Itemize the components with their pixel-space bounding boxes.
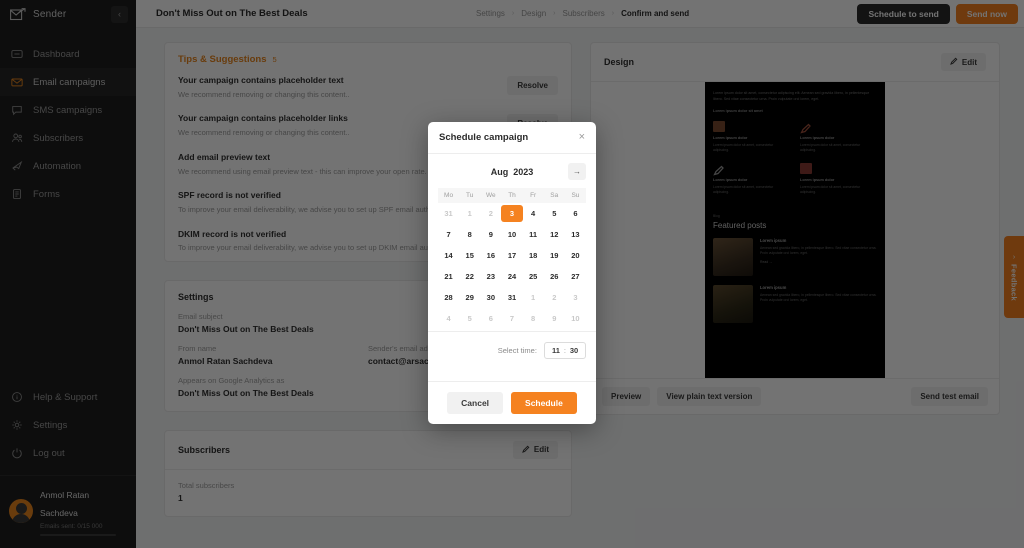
calendar-day[interactable]: 22 (459, 268, 480, 285)
cancel-button[interactable]: Cancel (447, 392, 504, 414)
schedule-button[interactable]: Schedule (511, 392, 577, 414)
calendar-day[interactable]: 30 (480, 289, 501, 306)
calendar-day[interactable]: 3 (565, 289, 586, 306)
calendar-day[interactable]: 24 (501, 268, 522, 285)
calendar-year-label: 2023 (513, 167, 534, 177)
calendar-day[interactable]: 14 (438, 247, 459, 264)
weekday-header: We (480, 188, 502, 203)
calendar-day[interactable]: 6 (565, 205, 586, 222)
close-icon[interactable]: × (579, 132, 585, 143)
calendar-day-selected[interactable]: 3 (501, 205, 523, 222)
calendar-day[interactable]: 10 (501, 226, 522, 243)
calendar-day[interactable]: 27 (565, 268, 586, 285)
weekday-header: Tu (459, 188, 481, 203)
arrow-right-icon[interactable]: → (568, 163, 586, 180)
modal-footer: Cancel Schedule (428, 381, 596, 424)
calendar-day[interactable]: 16 (480, 247, 501, 264)
calendar-day[interactable]: 7 (438, 226, 459, 243)
calendar-day[interactable]: 10 (565, 310, 586, 327)
select-time-label: Select time: (497, 346, 537, 355)
calendar-day[interactable]: 28 (438, 289, 459, 306)
weekday-header: Sa (543, 188, 565, 203)
time-separator: : (563, 346, 566, 355)
calendar-day[interactable]: 9 (480, 226, 501, 243)
calendar-day[interactable]: 21 (438, 268, 459, 285)
calendar-day[interactable]: 25 (523, 268, 544, 285)
calendar-day[interactable]: 31 (438, 205, 459, 222)
calendar-day[interactable]: 5 (544, 205, 565, 222)
calendar-day[interactable]: 11 (523, 226, 544, 243)
calendar: Aug 2023 → Mo Tu We Th Fr Sa Su 31 1 2 3… (428, 154, 596, 329)
calendar-day[interactable]: 17 (501, 247, 522, 264)
weekday-header: Fr (522, 188, 544, 203)
calendar-day[interactable]: 13 (565, 226, 586, 243)
calendar-day[interactable]: 6 (480, 310, 501, 327)
calendar-day[interactable]: 19 (544, 247, 565, 264)
weekday-header: Mo (438, 188, 460, 203)
calendar-day[interactable]: 4 (438, 310, 459, 327)
calendar-day[interactable]: 18 (523, 247, 544, 264)
calendar-day[interactable]: 9 (544, 310, 565, 327)
calendar-header: Aug 2023 → (438, 163, 586, 181)
select-time-row: Select time: 11 : 30 (428, 331, 596, 370)
calendar-day[interactable]: 2 (544, 289, 565, 306)
calendar-day[interactable]: 1 (459, 205, 480, 222)
calendar-month-label: Aug (490, 167, 509, 177)
calendar-day[interactable]: 8 (459, 226, 480, 243)
calendar-day[interactable]: 5 (459, 310, 480, 327)
schedule-campaign-modal: Schedule campaign × Aug 2023 → Mo Tu We … (428, 122, 596, 424)
calendar-day[interactable]: 26 (544, 268, 565, 285)
hour-input[interactable]: 11 (551, 346, 561, 355)
time-input-group[interactable]: 11 : 30 (543, 342, 586, 359)
calendar-day[interactable]: 29 (459, 289, 480, 306)
calendar-grid: Mo Tu We Th Fr Sa Su 31 1 2 3 4 5 6 7 8 … (438, 188, 586, 329)
calendar-day[interactable]: 23 (480, 268, 501, 285)
calendar-day[interactable]: 15 (459, 247, 480, 264)
calendar-day[interactable]: 7 (501, 310, 522, 327)
calendar-day[interactable]: 20 (565, 247, 586, 264)
calendar-day[interactable]: 4 (523, 205, 544, 222)
modal-title: Schedule campaign (439, 132, 529, 143)
weekday-header: Su (564, 188, 586, 203)
calendar-day[interactable]: 2 (480, 205, 501, 222)
calendar-day[interactable]: 8 (523, 310, 544, 327)
calendar-day[interactable]: 31 (501, 289, 522, 306)
calendar-day[interactable]: 12 (544, 226, 565, 243)
minute-input[interactable]: 30 (569, 346, 579, 355)
weekday-header: Th (501, 188, 523, 203)
calendar-day[interactable]: 1 (523, 289, 544, 306)
modal-header: Schedule campaign × (428, 122, 596, 154)
